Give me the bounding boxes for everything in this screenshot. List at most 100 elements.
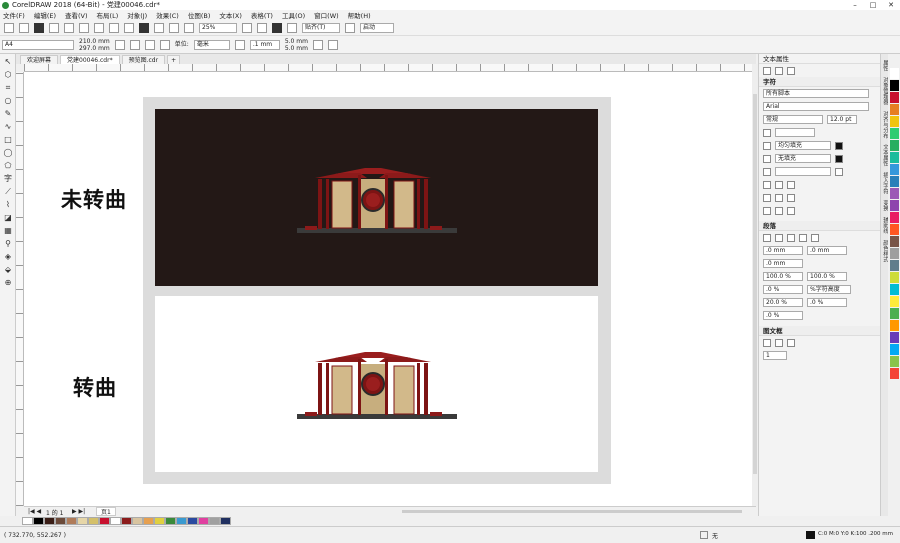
case-icon[interactable] bbox=[787, 193, 795, 202]
underline-icon[interactable] bbox=[763, 128, 771, 137]
word-spacing-field[interactable]: 20.0 % bbox=[763, 298, 803, 307]
palette-swatch[interactable] bbox=[77, 517, 88, 525]
palette-color-swatch[interactable] bbox=[889, 176, 899, 187]
maximize-button[interactable]: □ bbox=[864, 0, 882, 10]
redo-icon[interactable] bbox=[124, 22, 134, 33]
line-spacing-field[interactable]: 100.0 % bbox=[763, 272, 803, 281]
page-tab-1[interactable]: 页1 bbox=[96, 507, 116, 516]
menu-text[interactable]: 文本(X) bbox=[219, 10, 242, 20]
palette-swatch[interactable] bbox=[143, 517, 154, 525]
label-converted[interactable]: 转曲 bbox=[73, 372, 117, 402]
parallel-dimension-icon[interactable]: ⟋ bbox=[3, 187, 13, 197]
menu-effects[interactable]: 效果(C) bbox=[156, 10, 179, 20]
nudge-distance-field[interactable]: .1 mm bbox=[249, 39, 280, 50]
palette-swatch[interactable] bbox=[110, 517, 121, 525]
minimize-button[interactable]: – bbox=[846, 0, 864, 10]
space-before-field[interactable]: .0 % bbox=[763, 285, 803, 294]
character-section-header[interactable]: 字符 bbox=[759, 77, 880, 87]
character-tab-icon[interactable] bbox=[763, 66, 771, 75]
pick-tool-icon[interactable]: ↖ bbox=[3, 57, 13, 67]
text-tool-icon[interactable]: 字 bbox=[3, 174, 13, 184]
horizontal-ruler[interactable] bbox=[24, 64, 756, 72]
palette-swatch[interactable] bbox=[121, 517, 132, 525]
language-spacing-field[interactable]: .0 % bbox=[763, 311, 803, 320]
show-guidelines-icon[interactable] bbox=[287, 22, 297, 33]
menu-edit[interactable]: 编辑(E) bbox=[34, 10, 56, 20]
show-rulers-icon[interactable] bbox=[257, 22, 267, 33]
print-icon[interactable] bbox=[49, 22, 59, 33]
palette-swatch[interactable] bbox=[187, 517, 198, 525]
duplicate-y-field[interactable]: 5.0 mm bbox=[285, 45, 308, 52]
palette-color-swatch[interactable] bbox=[889, 128, 899, 139]
outline-color-swatch-panel[interactable] bbox=[835, 167, 843, 176]
palette-swatch[interactable] bbox=[99, 517, 110, 525]
vertical-ruler[interactable] bbox=[16, 72, 24, 506]
kerning-field[interactable] bbox=[775, 128, 815, 137]
smart-fill-icon[interactable]: ⬙ bbox=[3, 265, 13, 275]
palette-color-swatch[interactable] bbox=[889, 80, 899, 91]
palette-color-swatch[interactable] bbox=[889, 296, 899, 307]
snap-to-select[interactable]: 贴齐(T) bbox=[302, 22, 340, 33]
menu-help[interactable]: 帮助(H) bbox=[348, 10, 371, 20]
palette-swatch[interactable] bbox=[165, 517, 176, 525]
next-page-button[interactable]: ▶ ▶| bbox=[72, 508, 85, 515]
space-after-field[interactable]: .0 % bbox=[807, 298, 847, 307]
align-left-icon[interactable] bbox=[775, 233, 783, 242]
palette-color-swatch[interactable] bbox=[889, 236, 899, 247]
dark-background-panel[interactable] bbox=[155, 109, 598, 286]
fill-indicator-icon[interactable] bbox=[700, 531, 708, 539]
spacing-unit-select[interactable]: %字符高度 bbox=[807, 285, 851, 294]
menu-file[interactable]: 文件(F) bbox=[3, 10, 25, 20]
fill-color-swatch[interactable] bbox=[835, 141, 843, 150]
save-icon[interactable] bbox=[34, 22, 44, 33]
palette-color-swatch[interactable] bbox=[889, 212, 899, 223]
align-center-icon[interactable] bbox=[787, 233, 795, 242]
frame-section-header[interactable]: 图文框 bbox=[759, 326, 880, 336]
options-gear-icon[interactable] bbox=[345, 22, 355, 33]
palette-color-swatch[interactable] bbox=[889, 104, 899, 115]
options-icon[interactable] bbox=[327, 39, 338, 50]
first-page-button[interactable]: |◀ ◀ bbox=[28, 508, 41, 515]
palette-swatch[interactable] bbox=[154, 517, 165, 525]
tab-document[interactable]: 党建00046.cdr* bbox=[60, 55, 120, 64]
palette-color-swatch[interactable] bbox=[889, 248, 899, 259]
fraction-icon[interactable] bbox=[775, 193, 783, 202]
current-page-icon[interactable] bbox=[159, 39, 170, 50]
close-button[interactable]: ✕ bbox=[882, 0, 900, 10]
text-direction-icon[interactable] bbox=[787, 338, 795, 347]
menu-view[interactable]: 查看(V) bbox=[65, 10, 88, 20]
vertical-align-icon[interactable] bbox=[775, 338, 783, 347]
launch-select[interactable]: 启动 bbox=[360, 22, 394, 33]
new-document-icon[interactable] bbox=[4, 22, 14, 33]
font-select[interactable]: Arial bbox=[763, 102, 869, 111]
page-height-field[interactable]: 297.0 mm bbox=[79, 45, 110, 52]
ligature-icon[interactable] bbox=[763, 193, 771, 202]
horizontal-scroll-thumb[interactable] bbox=[402, 510, 742, 513]
palette-color-swatch[interactable] bbox=[889, 320, 899, 331]
swash-icon[interactable] bbox=[775, 206, 783, 215]
zoom-level-select[interactable]: 25% bbox=[199, 22, 237, 33]
menu-table[interactable]: 表格(T) bbox=[251, 10, 273, 20]
vertical-scroll-thumb[interactable] bbox=[753, 94, 757, 474]
palette-color-swatch[interactable] bbox=[889, 224, 899, 235]
open-icon[interactable] bbox=[19, 22, 29, 33]
palette-swatch[interactable] bbox=[198, 517, 209, 525]
column-count-field[interactable]: 1 bbox=[763, 351, 787, 360]
palette-swatch[interactable] bbox=[55, 517, 66, 525]
palette-color-swatch[interactable] bbox=[889, 368, 899, 379]
crop-tool-icon[interactable]: ⌗ bbox=[3, 83, 13, 93]
palette-swatch[interactable] bbox=[88, 517, 99, 525]
align-right-icon[interactable] bbox=[799, 233, 807, 242]
palette-swatch[interactable] bbox=[209, 517, 220, 525]
page-size-select[interactable]: A4 bbox=[2, 39, 74, 50]
export-icon[interactable] bbox=[169, 22, 179, 33]
palette-color-swatch[interactable] bbox=[889, 140, 899, 151]
import-icon[interactable] bbox=[154, 22, 164, 33]
new-tab-button[interactable]: + bbox=[167, 55, 181, 64]
artistic-media-icon[interactable]: ∿ bbox=[3, 122, 13, 132]
tab-preview[interactable]: 预览图.cdr bbox=[121, 55, 166, 64]
cut-icon[interactable] bbox=[64, 22, 74, 33]
palette-color-swatch[interactable] bbox=[889, 164, 899, 175]
label-unconverted[interactable]: 未转曲 bbox=[61, 184, 127, 214]
palette-swatch[interactable] bbox=[66, 517, 77, 525]
